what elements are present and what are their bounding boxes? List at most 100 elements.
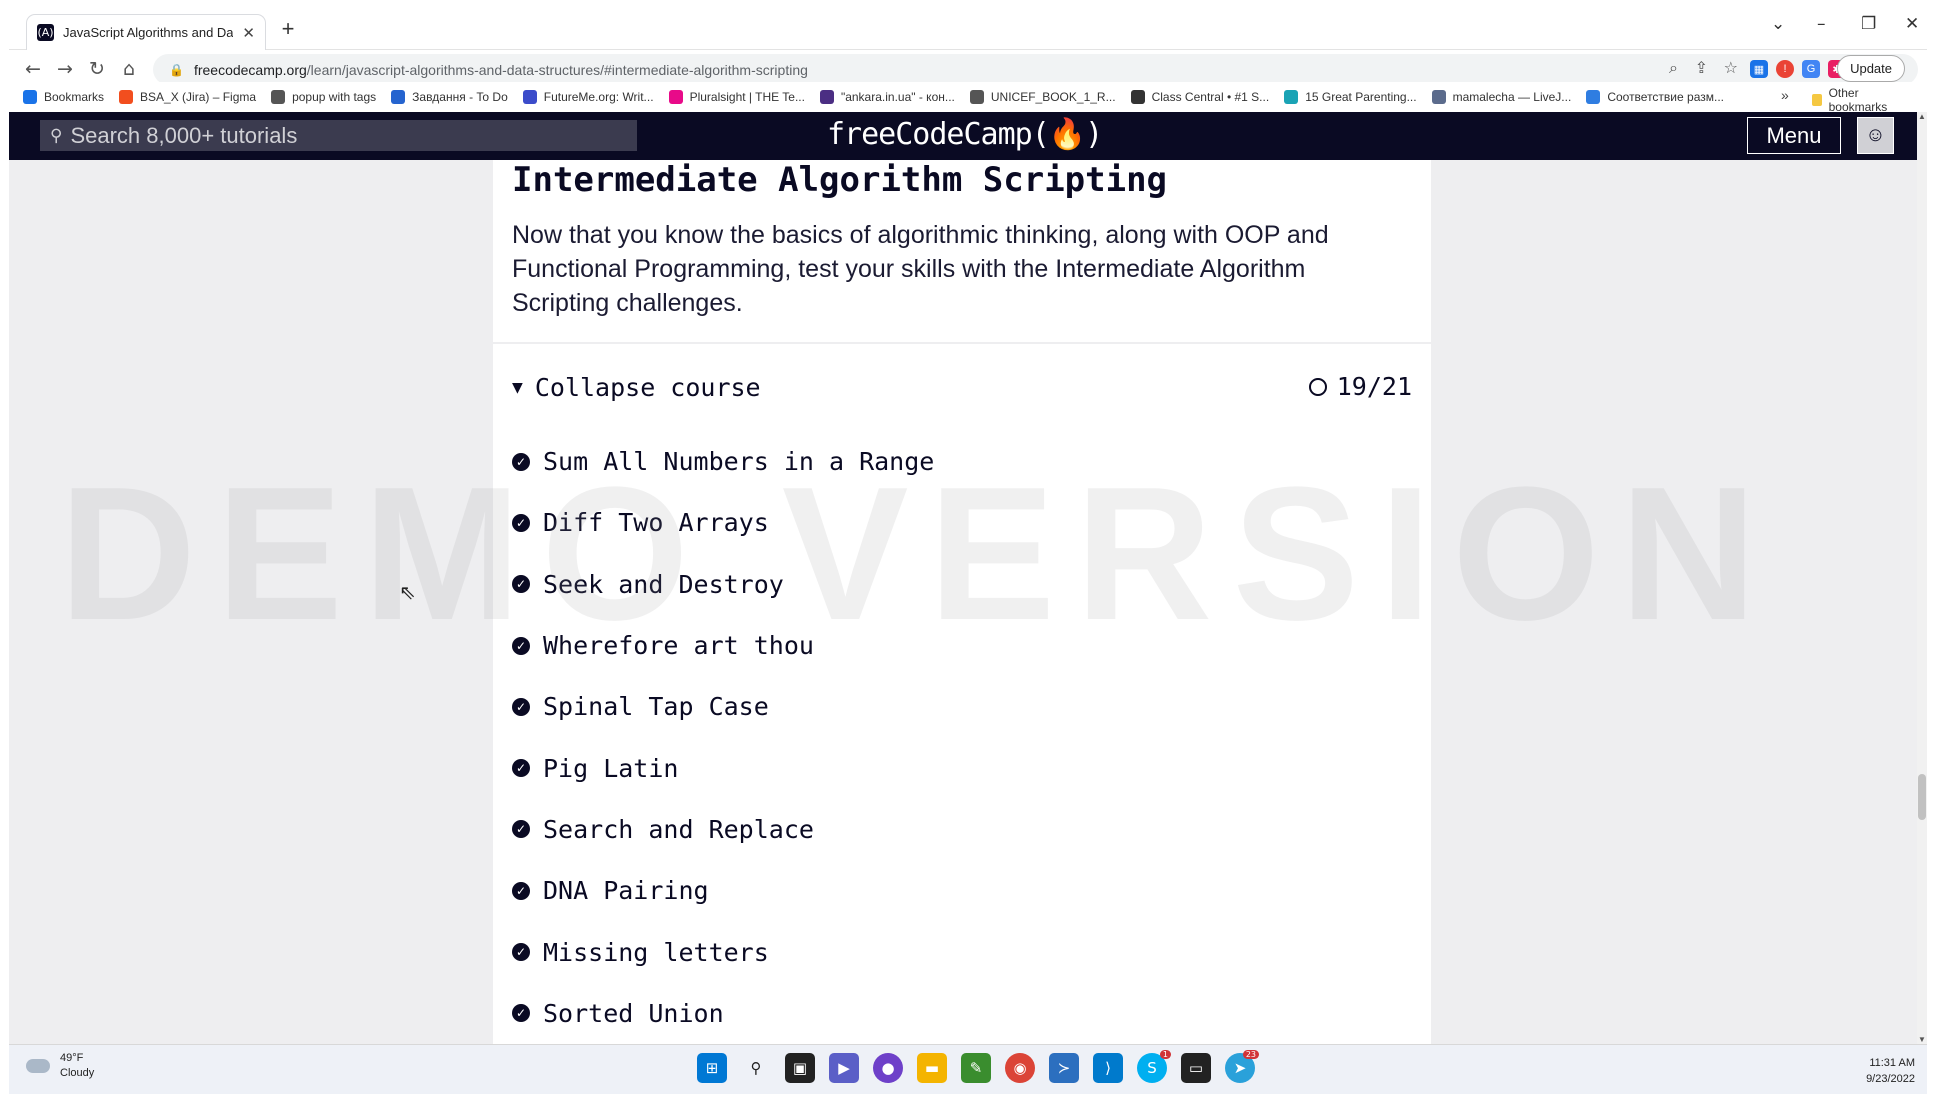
github-icon[interactable]: ● [873,1053,903,1083]
extension-translate-icon[interactable]: G [1802,60,1820,78]
zoom-icon[interactable]: ⌕ [1669,58,1678,78]
search-input[interactable]: ⚲ Search 8,000+ tutorials [40,120,637,151]
new-tab-button[interactable]: + [276,16,300,42]
challenge-item[interactable]: ✓ Wherefore art thou [512,615,934,676]
menu-button[interactable]: Menu [1747,117,1841,154]
tab-search-icon[interactable]: ⌄ [1771,14,1785,34]
bookmark-item[interactable]: 15 Great Parenting... [1284,90,1417,104]
bookmark-item[interactable]: Bookmarks [23,90,104,104]
challenge-item[interactable]: ✓ Missing letters [512,921,934,982]
bookmark-item[interactable]: "ankara.in.ua" - кон... [819,90,955,104]
clock-date: 9/23/2022 [1866,1073,1915,1085]
reload-icon[interactable]: ↻ [81,58,113,80]
bookmark-label: popup with tags [292,90,377,104]
bookmark-item[interactable]: Pluralsight | THE Te... [668,90,805,104]
teams-chat-icon[interactable]: ▶ [829,1053,859,1083]
collapse-course-button[interactable]: ▼ Collapse course [512,373,761,402]
start-windows-icon[interactable]: ⊞ [697,1053,727,1083]
skype-icon[interactable]: S1 [1137,1050,1171,1083]
file-explorer-icon[interactable]: ▬ [917,1053,947,1083]
lock-icon: 🔒 [169,62,184,77]
bookmark-item[interactable]: Соответствие разм... [1586,90,1724,104]
challenge-item[interactable]: ✓ Seek and Destroy [512,554,934,615]
bookmark-item[interactable]: UNICEF_BOOK_1_R... [969,90,1116,104]
weather-widget[interactable]: 49°F Cloudy [26,1051,94,1081]
address-bar[interactable]: 🔒 freecodecamp.org/learn/javascript-algo… [153,54,1918,85]
page-scrollbar[interactable]: ▲ ▼ [1917,112,1927,1044]
challenge-label: Sum All Numbers in a Range [543,447,935,477]
challenge-label: Pig Latin [543,753,679,783]
bookmark-favicon-icon [1284,90,1299,104]
scrollbar-thumb[interactable] [1918,774,1926,820]
avatar[interactable]: ☺ [1857,117,1894,154]
telegram-badge: 23 [1242,1050,1259,1059]
address-url[interactable]: freecodecamp.org/learn/javascript-algori… [194,62,808,78]
cloud-icon [26,1059,50,1073]
bookmark-item[interactable]: mamalecha — LiveJ... [1431,90,1571,104]
challenge-item[interactable]: ✓ Search and Replace [512,799,934,860]
progress-circle-icon [1308,377,1327,396]
system-clock[interactable]: 11:31 AM 9/23/2022 [1866,1055,1915,1087]
bookmark-favicon-icon [668,90,683,104]
challenge-item[interactable]: ✓ Spinal Tap Case [512,676,934,737]
bookmark-label: Завдання - To Do [412,90,508,104]
bookmarks-more-icon[interactable]: » [1781,87,1789,103]
fcc-navbar: ⚲ Search 8,000+ tutorials freeCodeCamp(🔥… [9,112,1917,160]
challenge-item[interactable]: ✓ Sorted Union [512,983,934,1044]
divider [493,342,1431,344]
taskbar-apps: ⊞ ⚲ ▣ ▶ ● ▬ ✎ ◉ ≻ ⟩ S1 ▭ ➤ 23 [697,1050,1259,1083]
scroll-up-icon[interactable]: ▲ [1917,112,1927,121]
powershell-icon[interactable]: ≻ [1049,1053,1079,1083]
challenge-item[interactable]: ✓ DNA Pairing [512,860,934,921]
challenge-label: Seek and Destroy [543,569,784,599]
challenge-list: ✓ Sum All Numbers in a Range ✓ Diff Two Arr… [512,431,934,1044]
check-circle-icon: ✓ [512,452,530,471]
challenge-item[interactable]: ✓ Diff Two Arrays [512,492,934,553]
bookmark-favicon-icon [969,90,984,104]
challenge-item[interactable]: ✓ Sum All Numbers in a Range [512,431,934,492]
bookmark-label: FutureMe.org: Writ... [543,90,654,104]
restore-icon[interactable]: ❐ [1861,14,1876,34]
share-icon[interactable]: ⇪ [1695,58,1708,77]
progress-count: 19/21 [1336,372,1412,401]
browser-tab[interactable]: (A) JavaScript Algorithms and Data S ✕ [26,14,266,50]
bookmark-favicon-icon [522,90,537,104]
challenge-label: Wherefore art thou [543,631,814,661]
task-view-icon[interactable]: ▣ [785,1053,815,1083]
check-circle-icon: ✓ [512,513,530,532]
challenge-label: Search and Replace [543,814,814,844]
star-icon[interactable]: ☆ [1724,58,1738,77]
section-description: Now that you know the basics of algorith… [512,221,1329,317]
tab-title: JavaScript Algorithms and Data S [63,25,234,40]
bookmark-item[interactable]: popup with tags [271,90,376,104]
extension-calendar-icon[interactable]: ▦ [1750,60,1768,78]
chrome-icon[interactable]: ◉ [1005,1053,1035,1083]
search-icon: ⚲ [50,125,63,145]
vscode-icon[interactable]: ⟩ [1093,1053,1123,1083]
home-icon[interactable]: ⌂ [113,58,145,80]
bookmark-favicon-icon [1586,90,1601,104]
bookmark-item[interactable]: Class Central • #1 S... [1130,90,1269,104]
close-tab-icon[interactable]: ✕ [242,24,255,42]
weather-text: Cloudy [60,1067,95,1079]
fcc-logo[interactable]: freeCodeCamp(🔥) [827,117,1103,152]
challenge-item[interactable]: ✓ Pig Latin [512,737,934,798]
paint-icon[interactable]: ✎ [961,1053,991,1083]
back-icon[interactable]: ← [17,58,49,80]
bookmark-item[interactable]: FutureMe.org: Writ... [522,90,654,104]
terminal-icon[interactable]: ▭ [1181,1053,1211,1083]
bookmark-item[interactable]: Завдання - To Do [391,90,508,104]
minimize-icon[interactable]: – [1817,14,1826,34]
scroll-down-icon[interactable]: ▼ [1917,1035,1927,1044]
other-bookmarks[interactable]: Other bookmarks [1812,86,1892,114]
check-circle-icon: ✓ [512,943,530,962]
tab-strip: (A) JavaScript Algorithms and Data S ✕ +… [9,8,1927,50]
update-button[interactable]: Update [1837,55,1905,82]
telegram-icon[interactable]: ➤ 23 [1225,1050,1259,1083]
bookmark-favicon-icon [1431,90,1446,104]
bookmark-item[interactable]: BSA_X (Jira) – Figma [119,90,256,104]
search-taskbar-icon[interactable]: ⚲ [741,1053,771,1083]
forward-icon[interactable]: → [49,58,81,80]
close-window-icon[interactable]: ✕ [1905,14,1919,34]
extension-alert-icon[interactable]: ! [1776,60,1794,78]
